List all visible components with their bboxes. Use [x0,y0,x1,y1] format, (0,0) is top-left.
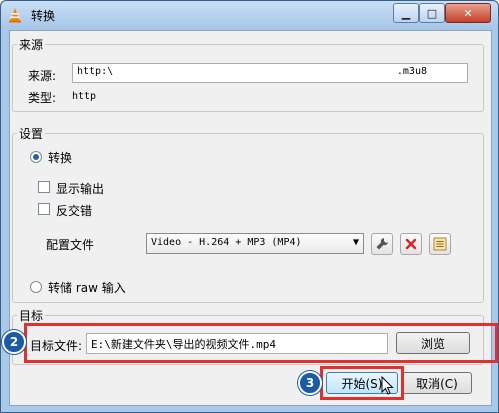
vlc-cone-icon [9,8,21,23]
title-bar[interactable]: 转换 ▁ □ ✕ [1,1,498,29]
convert-radio-label: 转换 [48,151,73,165]
wrench-icon [376,238,388,250]
source-url-end: .m3u8 [396,66,427,77]
deinterlace-checkbox[interactable] [38,203,50,215]
profile-dropdown-value: Video - H.264 + MP3 (MP4) [151,237,302,248]
destination-file-field[interactable]: E:\新建文件夹\导出的视频文件.mp4 [86,333,388,354]
edit-profile-button[interactable] [371,233,393,255]
source-url-start: http:\ [77,66,114,77]
chevron-down-icon: ▼ [352,237,359,248]
source-group-title: 来源 [19,38,44,52]
red-x-icon [405,238,417,250]
type-value: http [72,91,97,102]
settings-group-title: 设置 [19,127,44,141]
cancel-button[interactable]: 取消(C) [402,372,472,394]
maximize-button[interactable]: □ [419,3,445,23]
list-icon [433,237,447,251]
show-output-label: 显示输出 [56,182,105,196]
browse-button[interactable]: 浏览 [396,332,470,354]
close-button[interactable]: ✕ [445,3,491,23]
source-label: 来源: [28,69,57,83]
convert-radio[interactable] [30,151,42,163]
destination-file-label: 目标文件: [30,339,83,353]
profile-label: 配置文件 [46,238,95,252]
profile-dropdown[interactable]: Video - H.264 + MP3 (MP4) ▼ [146,233,364,254]
delete-profile-button[interactable] [400,233,422,255]
new-profile-button[interactable] [429,233,451,255]
window-title: 转换 [31,9,56,23]
source-url-field[interactable]: http:\ .m3u8 [72,63,468,83]
dump-raw-radio[interactable] [30,281,42,293]
step-badge-3: 3 [298,371,322,395]
step-badge-2: 2 [2,330,26,354]
show-output-checkbox[interactable] [38,181,50,193]
deinterlace-label: 反交错 [56,204,93,218]
type-label: 类型: [28,91,57,105]
minimize-button[interactable]: ▁ [393,3,419,23]
mouse-cursor-icon [381,376,394,395]
dump-raw-label: 转储 raw 输入 [48,281,126,295]
destination-group-title: 目标 [19,309,44,323]
